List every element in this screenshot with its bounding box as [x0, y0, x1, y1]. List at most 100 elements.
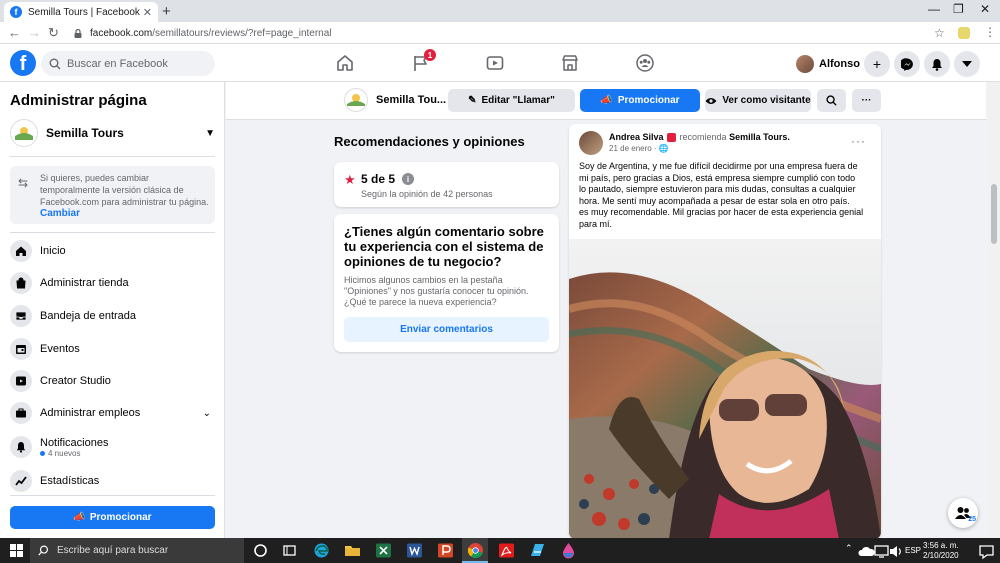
recommend-action: recomienda — [679, 132, 727, 142]
sidebar-item-label: Notificaciones — [40, 436, 109, 449]
contacts-floating-button[interactable]: 25 — [948, 498, 978, 528]
close-window-icon[interactable]: ✕ — [980, 2, 990, 16]
send-feedback-button[interactable]: Enviar comentarios — [344, 317, 549, 342]
profile-chip[interactable]: Alfonso — [796, 53, 860, 75]
minimize-icon[interactable]: — — [928, 2, 940, 16]
review-post: Andrea Silva recomienda Semilla Tours. 2… — [569, 124, 881, 539]
sidebar-item-home[interactable]: Inicio — [10, 237, 215, 265]
feedback-body: Hicimos algunos cambios en la pestaña "O… — [344, 275, 529, 307]
sidebar-item-jobs[interactable]: Administrar empleos ⌄ — [10, 399, 215, 427]
page-logo[interactable] — [344, 88, 368, 112]
search-icon — [826, 95, 837, 106]
megaphone-icon: 📣 — [73, 512, 86, 523]
new-dot-icon — [40, 450, 45, 456]
more-options-button[interactable]: ··· — [852, 89, 881, 112]
info-icon[interactable]: i — [402, 173, 414, 185]
page-search-button[interactable] — [817, 89, 846, 112]
creator-studio-icon — [10, 370, 32, 392]
back-icon[interactable]: ← — [8, 25, 21, 40]
sidebar-item-creator-studio[interactable]: Creator Studio — [10, 367, 215, 395]
home-nav-icon[interactable] — [336, 54, 354, 72]
extension-icon[interactable] — [958, 27, 970, 39]
page-name[interactable]: Semilla Tou... — [376, 94, 446, 106]
edit-call-button[interactable]: ✎ Editar "Llamar" — [448, 89, 575, 112]
sidebar-item-stats[interactable]: Estadísticas — [10, 467, 215, 495]
account-menu-button[interactable] — [954, 51, 980, 77]
page-name: Semilla Tours — [46, 126, 124, 140]
bookmark-star-icon[interactable]: ☆ — [934, 26, 945, 40]
file-explorer-icon[interactable] — [344, 542, 361, 559]
taskbar-clock[interactable]: 3:56 a. m. 2/10/2020 — [923, 541, 959, 561]
edge-icon[interactable] — [313, 542, 330, 559]
sidebar-item-label: Administrar tienda — [40, 277, 129, 289]
post-body: Soy de Argentina, y me fue difícil decid… — [579, 161, 864, 229]
scrollbar-thumb[interactable] — [991, 184, 997, 244]
browser-tab-bar: f Semilla Tours | Facebook ✕ + — ❐ ✕ — [0, 0, 1000, 22]
home-icon — [10, 240, 32, 262]
star-icon: ★ — [344, 172, 356, 187]
sidebar-item-notifications[interactable]: Notificaciones 4 nuevos — [10, 432, 215, 462]
excel-icon[interactable] — [375, 542, 392, 559]
post-date[interactable]: 21 de enero · 🌐 — [609, 144, 669, 153]
chevron-down-icon[interactable]: ⌄ — [203, 408, 211, 419]
page-scrollbar[interactable] — [988, 82, 1000, 538]
maximize-icon[interactable]: ❐ — [953, 2, 964, 16]
page-switcher[interactable]: Semilla Tours ▼ — [10, 118, 215, 148]
avatar — [796, 55, 814, 73]
messenger-icon — [900, 57, 913, 71]
facebook-logo-icon[interactable]: f — [10, 50, 36, 76]
close-tab-icon[interactable]: ✕ — [143, 6, 152, 19]
reload-icon[interactable]: ↻ — [48, 25, 59, 41]
watch-icon[interactable] — [486, 54, 504, 72]
url-field[interactable]: facebook.com/semillatours/reviews/?ref=p… — [68, 24, 928, 42]
groups-icon[interactable] — [636, 54, 654, 72]
messenger-button[interactable] — [894, 51, 920, 77]
action-center-icon[interactable] — [978, 543, 995, 560]
new-tab-icon[interactable]: + — [162, 3, 171, 20]
cortana-icon[interactable] — [252, 542, 269, 559]
view-as-visitor-button[interactable]: Ver como visitante — [705, 89, 811, 112]
app-icon[interactable] — [529, 542, 546, 559]
feedback-card: ¿Tienes algún comentario sobre tu experi… — [334, 214, 559, 352]
semilla-logo-icon — [347, 94, 365, 106]
chrome-taskbar-active[interactable] — [462, 538, 488, 563]
contacts-count: 25 — [968, 516, 976, 523]
paint-icon[interactable] — [560, 542, 577, 559]
author-name[interactable]: Andrea Silva — [609, 132, 664, 142]
sidebar-item-events[interactable]: Eventos — [10, 335, 215, 363]
promote-label: Promocionar — [89, 512, 152, 523]
word-icon[interactable] — [406, 542, 423, 559]
post-more-button[interactable]: ··· — [851, 134, 866, 148]
acrobat-icon[interactable] — [498, 542, 515, 559]
create-button[interactable]: + — [864, 51, 890, 77]
divider — [10, 495, 215, 496]
browser-menu-icon[interactable]: ⋮ — [984, 25, 996, 39]
avatar[interactable] — [579, 131, 603, 155]
taskbar-search[interactable]: Escribe aquí para buscar — [30, 538, 244, 563]
task-view-icon[interactable] — [281, 542, 298, 559]
switch-link[interactable]: Cambiar — [40, 208, 209, 219]
powerpoint-icon[interactable] — [437, 542, 454, 559]
recommended-page[interactable]: Semilla Tours. — [729, 132, 790, 142]
windows-start-icon[interactable] — [10, 544, 23, 557]
sidebar-item-inbox[interactable]: Bandeja de entrada — [10, 302, 215, 330]
volume-icon[interactable] — [888, 543, 905, 560]
sidebar-item-shop[interactable]: Administrar tienda — [10, 269, 215, 297]
stats-icon — [10, 470, 32, 492]
sidebar-promote-button[interactable]: 📣 Promocionar — [10, 506, 215, 529]
bell-icon — [932, 58, 942, 71]
sidebar-item-label: Bandeja de entrada — [40, 310, 137, 322]
input-language[interactable]: ESP — [905, 546, 921, 555]
post-header: Andrea Silva recomienda Semilla Tours. — [609, 132, 790, 142]
tray-chevron-icon[interactable]: ⌃ — [845, 543, 853, 554]
notifications-button[interactable] — [924, 51, 950, 77]
forward-icon[interactable]: → — [28, 25, 41, 40]
search-input[interactable] — [67, 57, 207, 70]
url-host: facebook.com — [90, 27, 153, 39]
post-photo[interactable] — [569, 239, 881, 539]
browser-tab[interactable]: f Semilla Tours | Facebook ✕ — [4, 2, 158, 22]
tab-title: Semilla Tours | Facebook — [28, 6, 140, 18]
search-box[interactable] — [41, 51, 215, 76]
promote-button[interactable]: 📣 Promocionar — [580, 89, 700, 112]
marketplace-icon[interactable] — [561, 54, 579, 72]
